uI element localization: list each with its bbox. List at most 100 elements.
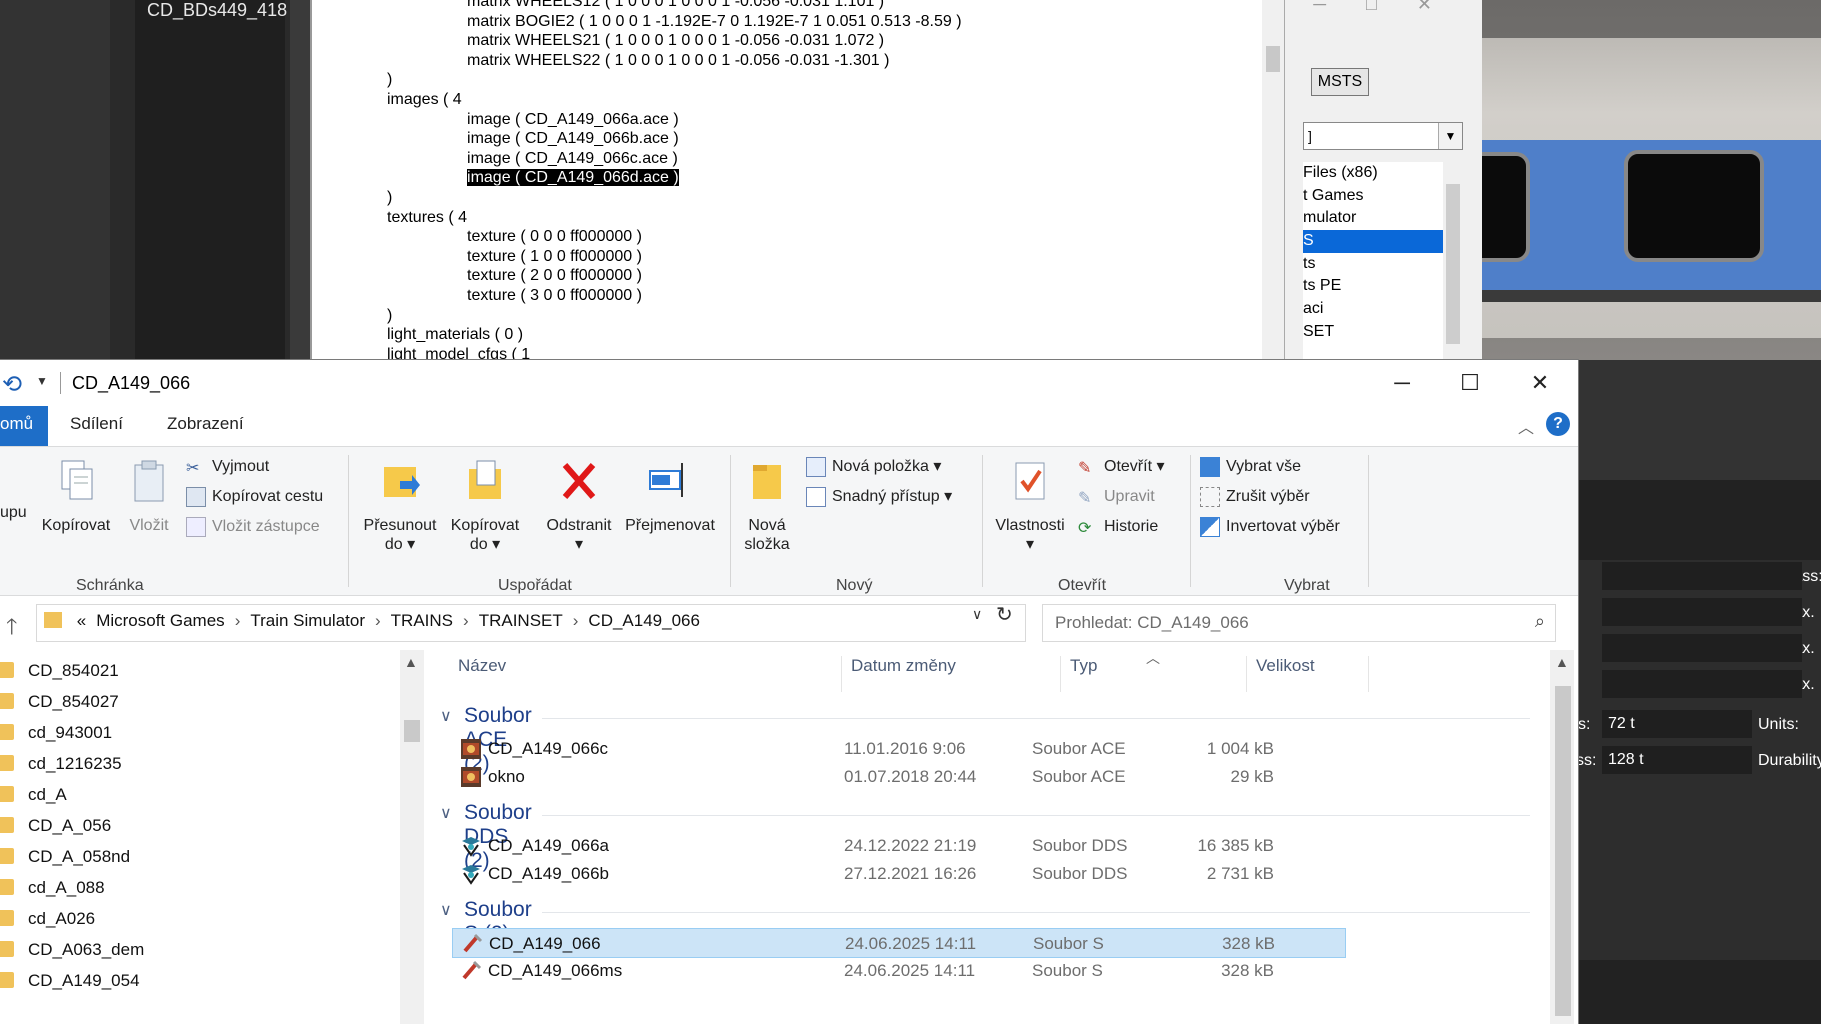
file-row[interactable]: CD_A149_066ms 24.06.2025 14:11 Soubor S 328… [452, 956, 1346, 986]
open-button[interactable]: ✎ Otevřít ▾ [1078, 455, 1165, 479]
text-editor-window[interactable]: matrix WHEELS12 ( 1 0 0 0 1 0 0 0 1 -0.0… [310, 0, 1284, 363]
rename-button[interactable]: Přejmenovat [620, 457, 720, 535]
files-scroll-thumb[interactable] [1555, 686, 1571, 1016]
column-header-date[interactable]: Datum změny [851, 656, 956, 696]
dialog-window-controls[interactable]: ─□✕ [1313, 0, 1472, 15]
editor-text-content[interactable]: matrix WHEELS12 ( 1 0 0 0 1 0 0 0 1 -0.0… [387, 0, 962, 364]
help-icon[interactable]: ? [1546, 412, 1570, 436]
new-item-button[interactable]: Nová položka ▾ [806, 455, 941, 479]
column-separator[interactable] [1060, 656, 1061, 692]
cut-button[interactable]: ✂ Vyjmout [186, 455, 269, 479]
copy-to-button[interactable]: Kopírovat do ▾ [446, 457, 524, 554]
column-separator[interactable] [1368, 656, 1369, 692]
breadcrumb-item[interactable]: TRAINS [391, 611, 453, 630]
refresh-icon[interactable]: ↻ [996, 602, 1013, 627]
tree-item[interactable]: S [1303, 230, 1443, 253]
tab-home[interactable]: omů [0, 406, 48, 446]
nav-folder-item[interactable]: CD_A_058nd [0, 844, 400, 874]
chevron-right-icon[interactable]: › [573, 611, 579, 630]
nav-folder-item[interactable]: CD_854021 [0, 658, 400, 688]
edit-button[interactable]: ✎ Upravit [1078, 485, 1155, 509]
background-scrollbar[interactable] [290, 0, 310, 360]
column-header-size[interactable]: Velikost [1256, 656, 1315, 696]
nav-folder-item[interactable]: cd_A_088 [0, 875, 400, 905]
file-row[interactable]: CD_A149_066c 11.01.2016 9:06 Soubor ACE 1 0… [452, 734, 1346, 764]
nav-scrollbar[interactable]: ▲ [400, 650, 424, 1024]
editor-scrollbar[interactable] [1262, 0, 1284, 360]
tree-item[interactable]: ts PE [1303, 275, 1463, 298]
editor-scroll-thumb[interactable] [1266, 46, 1280, 72]
nav-folder-item[interactable]: CD_A_056 [0, 813, 400, 843]
chevron-down-icon[interactable]: ∨ [440, 900, 452, 920]
msts-folder-tree[interactable]: Files (x86) t Games mulator Sts ts PE aci SET [1303, 162, 1463, 362]
file-row[interactable]: CD_A149_066 24.06.2025 14:11 Soubor S 328 k… [452, 928, 1346, 958]
paste-button[interactable]: Vložit [124, 457, 174, 535]
search-icon[interactable]: ⌕ [1535, 611, 1545, 632]
nav-folder-item[interactable]: CD_854027 [0, 689, 400, 719]
nav-folder-item[interactable]: cd_1216235 [0, 751, 400, 781]
tree-item[interactable]: SET [1303, 321, 1463, 344]
close-button[interactable]: ✕ [1510, 366, 1570, 400]
scroll-up-icon[interactable]: ▲ [1555, 654, 1569, 670]
selected-text[interactable]: image ( CD_A149_066d.ace ) [467, 169, 679, 187]
breadcrumb-item[interactable]: TRAINSET [479, 611, 563, 630]
file-row[interactable]: CD_A149_066b 27.12.2021 16:26 Soubor DDS 2 … [452, 859, 1346, 889]
address-dropdown-icon[interactable]: ∨ [972, 606, 982, 623]
properties-button[interactable]: Vlastnosti ▾ [990, 457, 1070, 554]
collapse-ribbon-icon[interactable]: ︿ [1518, 414, 1534, 438]
chevron-down-icon[interactable]: ∨ [440, 706, 452, 726]
column-separator[interactable] [1246, 656, 1247, 692]
nav-folder-item[interactable]: CD_A149_054 [0, 968, 400, 998]
history-button[interactable]: ⟳ Historie [1078, 515, 1158, 539]
pin-quick-access-label[interactable]: upu [0, 501, 27, 525]
prop-field[interactable] [1602, 598, 1802, 626]
nav-folder-item[interactable]: CD_A063_dem [0, 937, 400, 967]
breadcrumb-item[interactable]: Microsoft Games [96, 611, 224, 630]
prop-field[interactable] [1602, 670, 1802, 698]
minimize-button[interactable]: ─ [1372, 366, 1432, 400]
msts-button[interactable]: MSTS [1311, 68, 1369, 96]
tree-scrollbar[interactable] [1443, 162, 1463, 362]
select-none-button[interactable]: Zrušit výběr [1200, 485, 1310, 509]
nav-folder-item[interactable]: cd_943001 [0, 720, 400, 750]
files-scrollbar[interactable]: ▲ [1550, 650, 1574, 1024]
scroll-up-icon[interactable]: ▲ [404, 654, 418, 670]
tree-scroll-thumb[interactable] [1446, 184, 1460, 344]
move-to-button[interactable]: Přesunout do ▾ [358, 457, 442, 554]
tree-item[interactable]: Files (x86) [1303, 162, 1463, 185]
nav-folder-item[interactable]: cd_A [0, 782, 400, 812]
column-header-type[interactable]: Typ [1070, 656, 1097, 696]
select-all-button[interactable]: Vybrat vše [1200, 455, 1301, 479]
tree-item[interactable]: mulator [1303, 207, 1463, 230]
background-list-item[interactable]: CD_BDs449_418 [147, 0, 287, 21]
quick-access-dropdown-icon[interactable]: ▼ [36, 374, 48, 388]
search-input[interactable]: Prohledat: CD_A149_066 ⌕ [1042, 604, 1556, 642]
chevron-right-icon[interactable]: › [235, 611, 241, 630]
chevron-right-icon[interactable]: › [375, 611, 381, 630]
invert-selection-button[interactable]: Invertovat výběr [1200, 515, 1340, 539]
chevron-right-icon[interactable]: › [463, 611, 469, 630]
tree-item[interactable]: ts [1303, 253, 1463, 276]
tree-item[interactable]: aci [1303, 298, 1463, 321]
nav-scroll-thumb[interactable] [404, 720, 420, 742]
msts-folder-combo[interactable]: ] ▼ [1303, 122, 1463, 150]
background-file-list[interactable]: CD_BDs449_418 [135, 0, 287, 360]
prop-field[interactable] [1602, 562, 1802, 590]
column-header-name[interactable]: Název [458, 656, 506, 696]
breadcrumb[interactable]: « Microsoft Games › Train Simulator › TRAINS ›… [36, 604, 710, 631]
breadcrumb-item[interactable]: CD_A149_066 [588, 611, 700, 630]
breadcrumb-overflow[interactable]: « [77, 611, 86, 630]
tab-share[interactable]: Sdílení [70, 414, 123, 434]
mass2-field[interactable]: 128 t [1602, 746, 1752, 774]
undo-icon[interactable]: ⟲ [2, 370, 22, 399]
file-row[interactable]: CD_A149_066a 24.12.2022 21:19 Soubor DDS 16… [452, 831, 1346, 861]
up-arrow-icon[interactable]: 🡑 [6, 610, 17, 648]
breadcrumb-item[interactable]: Train Simulator [250, 611, 365, 630]
chevron-down-icon[interactable]: ∨ [440, 803, 452, 823]
new-folder-button[interactable]: Nová složka [740, 457, 794, 554]
column-separator[interactable] [841, 656, 842, 692]
nav-folder-item[interactable]: cd_A026 [0, 906, 400, 936]
tab-view[interactable]: Zobrazení [167, 414, 244, 434]
maximize-button[interactable]: ☐ [1440, 366, 1500, 400]
paste-shortcut-button[interactable]: Vložit zástupce [186, 515, 320, 539]
